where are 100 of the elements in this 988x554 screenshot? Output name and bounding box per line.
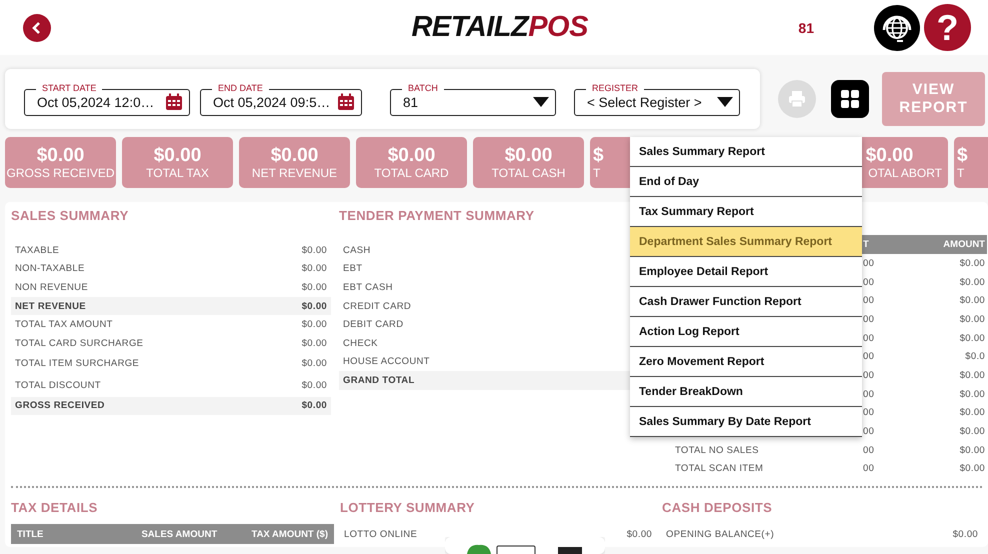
dome-icon [465,544,493,554]
field-label: END DATE [212,82,269,94]
card-value: $ [957,144,968,166]
row-label: LOTTO ONLINE [344,528,418,540]
row-value: $0.00 [302,338,327,349]
section-title: LOTTERY SUMMARY [340,499,475,517]
card-value: $0.00 [36,144,84,166]
column-header: AMOUNT [943,239,986,250]
row-count: 00 [863,407,876,418]
field-label: BATCH [402,82,444,94]
help-button[interactable]: ? [924,4,971,51]
menu-item[interactable]: End of Day [630,167,862,197]
row-value: $0.00 [958,314,986,325]
row-value: $0.00 [302,380,327,392]
card-label: NET REVENUE [252,166,338,180]
field-label: REGISTER [586,82,644,94]
row-value: $0.00 [302,282,327,293]
back-button[interactable] [23,14,51,42]
section-title: TENDER PAYMENT SUMMARY [339,207,534,225]
card-value: $0.00 [270,144,318,166]
calendar-icon [165,93,183,111]
row-value: $0.00 [958,388,986,400]
row-label: HOUSE ACCOUNT [343,356,430,368]
row-count: 00 [863,463,876,474]
section-title: CASH DEPOSITS [662,499,772,517]
row-label: CHECK [343,338,378,349]
menu-item[interactable]: Action Log Report [630,317,862,347]
card-value: $0.00 [154,144,202,166]
row-value: $0.00 [958,370,986,381]
row-count: 00 [863,314,876,325]
menu-item[interactable]: Sales Summary Report [630,137,862,167]
caret-down-icon [717,97,733,107]
row-value: $0.00 [958,332,986,344]
row-label: TOTAL NO SALES [674,444,760,456]
row-count: 00 [863,388,876,400]
row-count: 00 [863,370,876,381]
card-label: OTAL ABORT [868,166,942,180]
row-value: $0.00 [626,528,652,540]
column-header: TAX AMOUNT ($) [251,528,328,540]
support-button[interactable] [874,4,920,50]
batch-number: 81 [798,20,814,36]
card-value: $0.00 [866,144,914,166]
row-count: 00 [863,426,876,438]
row-value: $0.00 [302,319,327,330]
row-value: $0.00 [958,258,986,269]
row-label: TOTAL ITEM SURCHARGE [15,358,140,370]
menu-item[interactable]: Zero Movement Report [630,347,862,377]
chevron-left-icon [31,20,43,34]
row-label: OPENING BALANCE(+) [666,528,774,540]
grid-menu-button[interactable] [831,80,869,118]
row-label: CASH [343,244,371,256]
card-label: T [593,166,600,180]
row-label: NON REVENUE [15,282,88,293]
row-count: 00 [863,332,876,344]
section-title: TAX DETAILS [11,499,98,517]
app-logo: RETAILZPOS [410,11,590,44]
card-label: GROSS RECEIVED [6,166,115,180]
column-header: TITLE [17,528,44,540]
row-label: GRAND TOTAL [343,374,415,386]
row-value: $0.00 [958,295,986,306]
row-value: $0.00 [302,400,327,412]
row-value: $0.00 [958,276,986,288]
card-value: $0.00 [504,144,552,166]
grid-icon [840,89,860,109]
card-label: TOTAL TAX [146,166,209,180]
row-value: $0.00 [958,426,986,438]
row-label: EBT CASH [343,282,393,293]
row-value: $0.00 [958,407,986,418]
column-header: SALES AMOUNT [141,528,218,540]
row-label: TAXABLE [15,244,60,256]
row-label: TOTAL CARD SURCHARGE [15,338,144,349]
row-label: TOTAL DISCOUNT [15,380,101,392]
row-value: $0.00 [958,463,986,474]
row-label: TOTAL TAX AMOUNT [15,319,113,330]
caret-down-icon [533,97,549,107]
row-label: GROSS RECEIVED [15,400,105,412]
row-count: 00 [863,258,876,269]
row-value: $0.00 [302,263,327,274]
menu-item[interactable]: Department Sales Summary Report [630,227,862,257]
card-value: $0.00 [388,144,436,166]
row-value: $0.00 [958,444,986,456]
row-label: DEBIT CARD [343,319,404,330]
menu-item[interactable]: Tender BreakDown [630,377,862,407]
row-count: 00 [863,351,876,362]
row-label: EBT [343,263,362,274]
row-value: $0.00 [302,244,327,256]
column-header: T [863,239,870,250]
row-label: NET REVENUE [15,300,86,312]
printer-icon [788,90,806,108]
row-value: $0.0 [964,351,986,362]
field-label: START DATE [36,82,102,94]
row-label: CREDIT CARD [343,300,412,312]
row-count: 00 [863,276,876,288]
row-label: NON-TAXABLE [15,263,85,274]
menu-item[interactable]: Cash Drawer Function Report [630,287,862,317]
row-count: 00 [863,444,876,456]
row-value: $0.00 [952,528,978,540]
menu-item[interactable]: Sales Summary By Date Report [630,407,862,437]
menu-item[interactable]: Employee Detail Report [630,257,862,287]
square-icon [558,547,582,554]
